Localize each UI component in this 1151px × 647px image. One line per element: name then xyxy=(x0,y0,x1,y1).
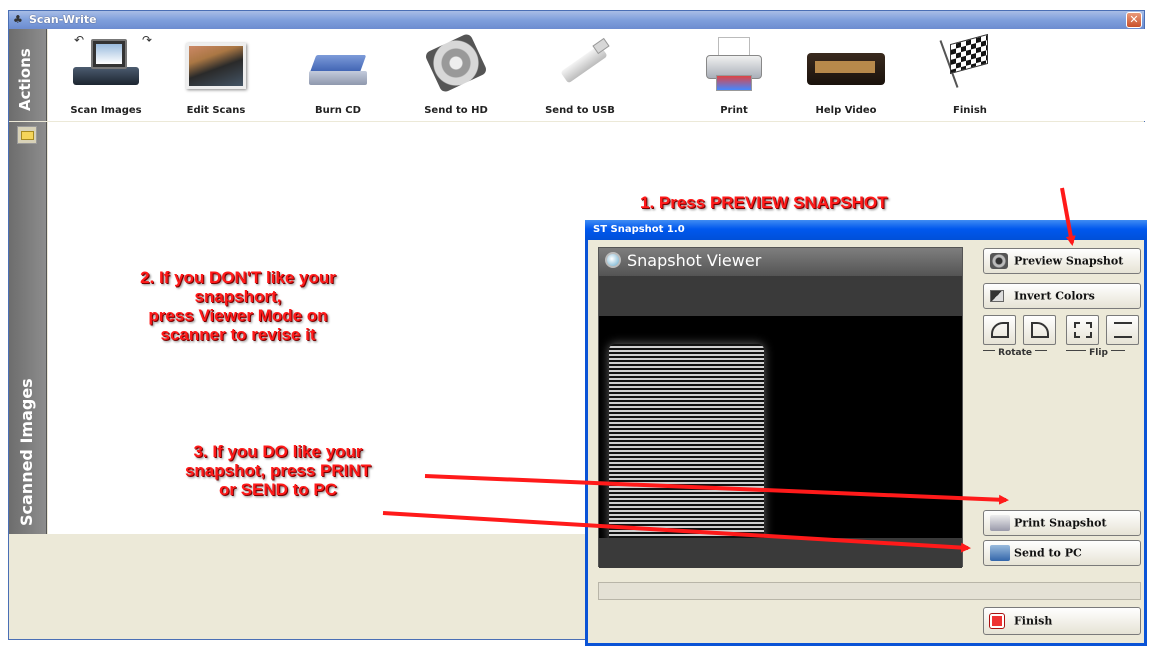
rotate-group-label: Rotate xyxy=(983,348,1061,358)
edit-scans-label: Edit Scans xyxy=(186,105,246,116)
viewer-title: Snapshot Viewer xyxy=(627,251,762,270)
video-tape-icon xyxy=(807,53,885,87)
invert-colors-label: Invert Colors xyxy=(1014,289,1095,303)
snapshot-dialog: ST Snapshot 1.0 Snapshot Viewer Preview … xyxy=(585,220,1147,646)
camera-icon xyxy=(990,253,1008,269)
snapshot-viewer: Snapshot Viewer xyxy=(598,247,963,568)
scanned-images-panel-label: Scanned Images xyxy=(9,122,47,534)
flip-horizontal-icon xyxy=(1074,322,1092,338)
photo-icon xyxy=(186,43,246,89)
window-title: Scan-Write xyxy=(29,13,97,26)
actions-toolbar: ↶ ↷ Scan Images Edit Scans Burn CD Send … xyxy=(48,29,1145,121)
step-2-line: press Viewer Mode on xyxy=(148,306,328,325)
scan-images-button[interactable]: ↶ ↷ Scan Images xyxy=(56,29,156,121)
rotate-left-icon xyxy=(991,322,1009,338)
finish-button[interactable]: Finish xyxy=(983,607,1141,635)
viewer-header: Snapshot Viewer xyxy=(599,248,962,276)
send-to-usb-button[interactable]: Send to USB xyxy=(530,29,630,121)
rotate-left-button[interactable] xyxy=(983,315,1016,345)
step-2-line: 2. If you DON'T like your xyxy=(140,268,336,287)
flip-vertical-button[interactable] xyxy=(1106,315,1139,345)
step-2-line: scanner to revise it xyxy=(160,325,316,344)
help-video-button[interactable]: Help Video xyxy=(796,29,896,121)
viewer-top-band xyxy=(599,276,962,316)
flip-label: Flip xyxy=(1089,348,1108,358)
printer-icon xyxy=(704,37,764,93)
usb-drive-icon xyxy=(550,37,610,89)
cd-burner-icon xyxy=(309,55,367,89)
send-to-usb-label: Send to USB xyxy=(545,105,615,116)
checkered-flag-icon xyxy=(939,33,998,91)
finish-toolbar-label: Finish xyxy=(953,105,987,116)
app-icon: ♣ xyxy=(13,13,23,26)
viewer-bottom-band xyxy=(599,538,962,568)
rotate-right-button[interactable] xyxy=(1023,315,1056,345)
scan-images-label: Scan Images xyxy=(70,105,142,116)
actions-label: Actions xyxy=(16,48,34,111)
step-2-line: snapshort, xyxy=(194,287,282,306)
invert-colors-button[interactable]: Invert Colors xyxy=(983,283,1141,309)
hard-drive-icon xyxy=(424,32,488,94)
folder-button[interactable] xyxy=(17,126,37,144)
rotate-right-icon: ↷ xyxy=(142,33,153,47)
progress-bar xyxy=(598,582,1141,600)
help-video-label: Help Video xyxy=(815,105,877,116)
send-to-pc-button[interactable]: Send to PC xyxy=(983,540,1141,566)
finish-toolbar-button[interactable]: Finish xyxy=(920,29,1020,121)
scanned-document-preview xyxy=(609,344,764,544)
send-to-hd-button[interactable]: Send to HD xyxy=(406,29,506,121)
folder-icon xyxy=(21,131,34,140)
snapshot-title-bar: ST Snapshot 1.0 xyxy=(585,220,1147,240)
flip-group-label: Flip xyxy=(1066,348,1141,358)
title-bar: ♣ Scan-Write ✕ xyxy=(9,11,1144,29)
printer-icon xyxy=(990,515,1010,531)
preview-snapshot-label: Preview Snapshot xyxy=(1014,254,1124,268)
close-button[interactable]: ✕ xyxy=(1126,12,1142,28)
rotate-label: Rotate xyxy=(998,348,1033,358)
annotation-step-2: 2. If you DON'T like your snapshort, pre… xyxy=(68,268,408,344)
step-3-line: snapshot, press PRINT xyxy=(184,461,372,480)
scanner-icon xyxy=(71,37,141,89)
edit-scans-button[interactable]: Edit Scans xyxy=(166,29,266,121)
burn-cd-button[interactable]: Burn CD xyxy=(288,29,388,121)
annotation-step-3: 3. If you DO like your snapshot, press P… xyxy=(120,442,436,499)
finish-label: Finish xyxy=(1014,614,1053,628)
computer-icon xyxy=(990,545,1010,561)
preview-snapshot-button[interactable]: Preview Snapshot xyxy=(983,248,1141,274)
burn-cd-label: Burn CD xyxy=(315,105,361,116)
actions-panel-label: Actions xyxy=(9,29,47,121)
flip-horizontal-button[interactable] xyxy=(1066,315,1099,345)
send-to-hd-label: Send to HD xyxy=(424,105,488,116)
invert-icon xyxy=(990,290,1004,302)
snapshot-image xyxy=(599,316,962,544)
annotation-step-1: 1. Press PREVIEW SNAPSHOT xyxy=(640,193,888,212)
print-button[interactable]: Print xyxy=(684,29,784,121)
send-to-pc-label: Send to PC xyxy=(1014,546,1082,560)
step-3-line: 3. If you DO like your xyxy=(193,442,363,461)
print-snapshot-label: Print Snapshot xyxy=(1014,516,1107,530)
snapshot-title: ST Snapshot 1.0 xyxy=(593,224,685,235)
rotate-right-icon xyxy=(1031,322,1049,338)
step-3-line: or SEND to PC xyxy=(218,480,338,499)
scanned-images-label: Scanned Images xyxy=(17,378,36,526)
print-label: Print xyxy=(720,105,748,116)
magnifier-icon xyxy=(605,252,621,268)
print-snapshot-button[interactable]: Print Snapshot xyxy=(983,510,1141,536)
flip-vertical-icon xyxy=(1114,322,1132,338)
stop-icon xyxy=(990,614,1004,628)
